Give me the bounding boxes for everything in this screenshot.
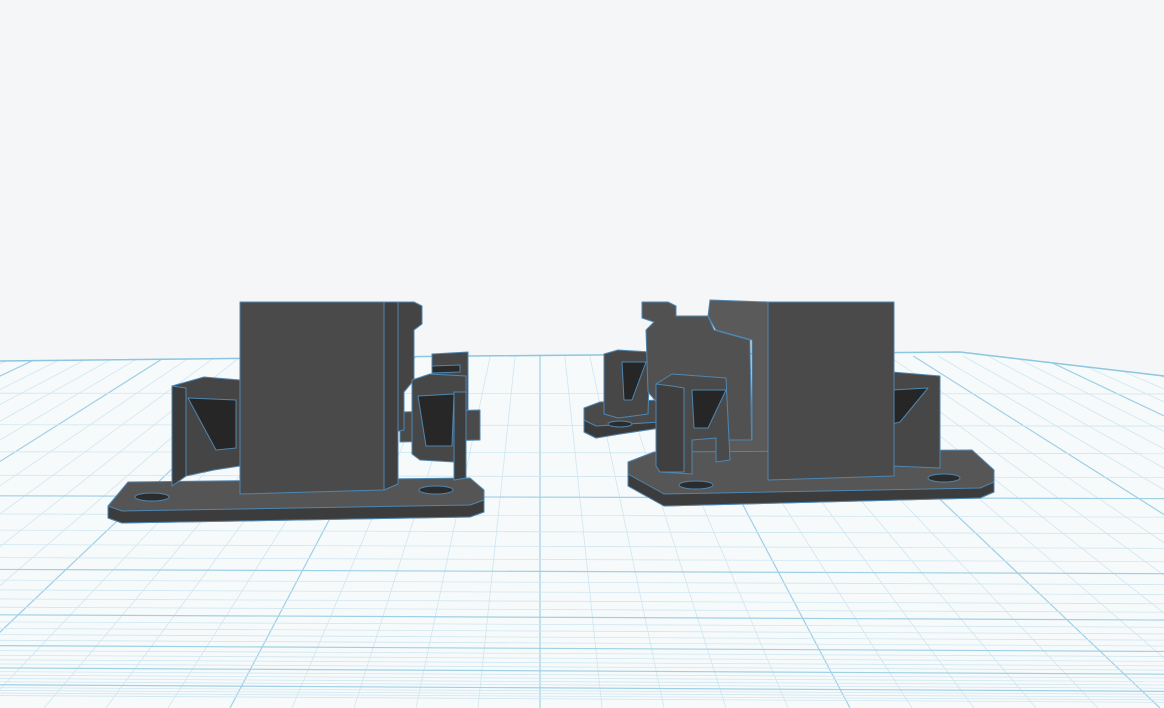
- front-clip-arm: [655, 383, 685, 473]
- scene-canvas[interactable]: [0, 0, 1164, 708]
- 3d-viewport[interactable]: [0, 0, 1164, 708]
- mounting-hole: [134, 492, 170, 502]
- mounting-hole: [418, 485, 454, 495]
- main-tower-side: [383, 301, 399, 491]
- main-tower: [767, 301, 895, 481]
- mounting-hole: [607, 420, 633, 428]
- mount-bracket-right[interactable]: [583, 299, 995, 507]
- front-clip-arm: [453, 391, 467, 481]
- main-tower: [239, 301, 385, 495]
- mounting-hole: [678, 480, 714, 490]
- rear-block-face: [431, 364, 461, 374]
- side-support-face: [171, 385, 187, 487]
- mounting-hole: [927, 473, 961, 483]
